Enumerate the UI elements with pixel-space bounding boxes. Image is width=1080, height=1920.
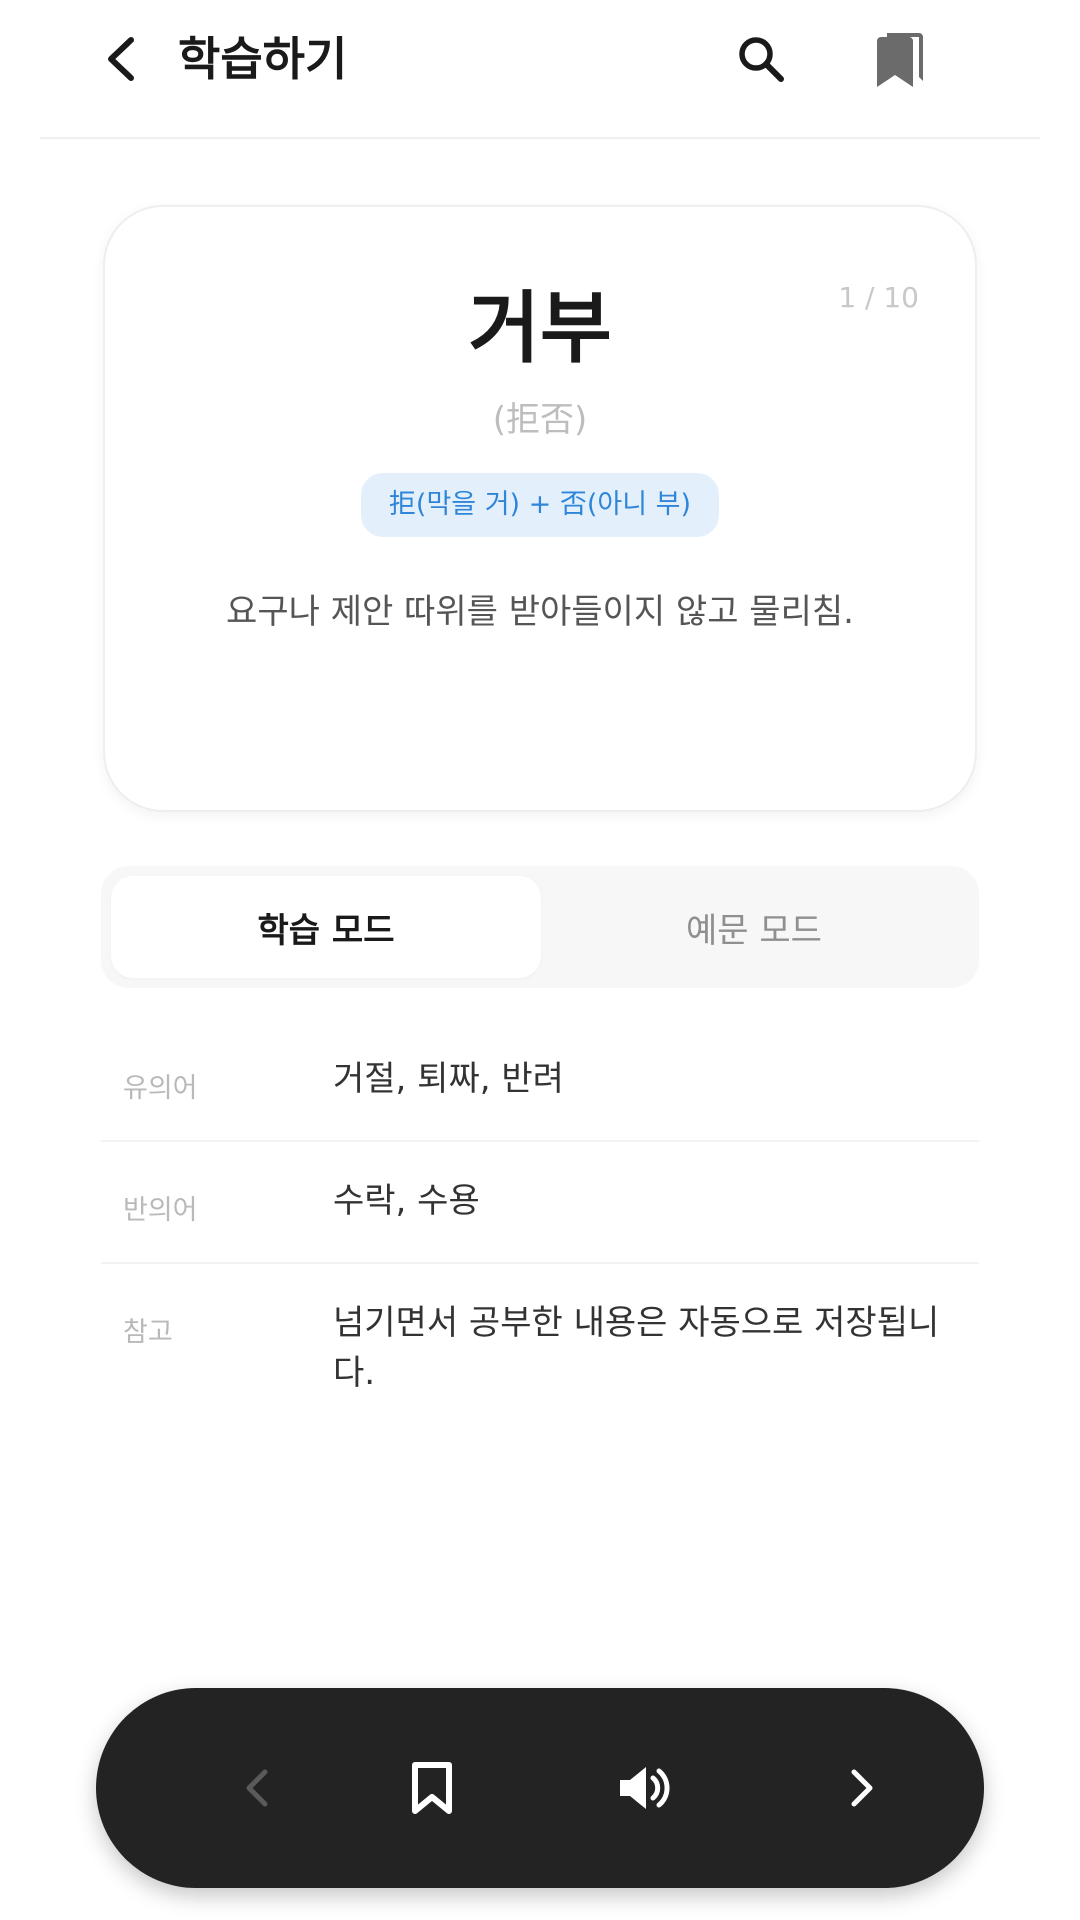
chevron-right-icon bbox=[851, 1769, 873, 1807]
search-button[interactable] bbox=[730, 28, 792, 90]
antonyms-row: 반의어 수락, 수용 bbox=[101, 1142, 979, 1264]
bookmark-icon bbox=[412, 1762, 452, 1814]
word-definition: 요구나 제안 따위를 받아들이지 않고 물리침. bbox=[226, 592, 854, 632]
page-title: 학습하기 bbox=[178, 32, 348, 86]
next-card-button[interactable] bbox=[822, 1748, 902, 1828]
etymology-wrap: 拒(막을 거) + 否(아니 부) bbox=[105, 473, 975, 537]
note-row: 참고 넘기면서 공부한 내용은 자동으로 저장됩니다. bbox=[101, 1264, 979, 1434]
example-mode-tab[interactable]: 예문 모드 bbox=[539, 876, 969, 978]
info-value: 수락, 수용 bbox=[333, 1181, 480, 1221]
search-icon bbox=[739, 37, 784, 82]
info-label: 반의어 bbox=[123, 1195, 198, 1226]
previous-card-button[interactable] bbox=[217, 1748, 297, 1828]
bookmarks-icon bbox=[877, 33, 923, 87]
study-mode-tab[interactable]: 학습 모드 bbox=[111, 876, 541, 978]
speaker-icon bbox=[620, 1767, 670, 1809]
info-value: 거절, 퇴짜, 반려 bbox=[333, 1059, 564, 1099]
bookmarks-button[interactable] bbox=[866, 26, 932, 92]
word-title: 거부 bbox=[468, 284, 612, 374]
word-card[interactable]: 1 / 10 거부 (拒否) 拒(막을 거) + 否(아니 부) 요구나 제안 … bbox=[103, 205, 977, 812]
info-value: 넘기면서 공부한 내용은 자동으로 저장됩니다. bbox=[333, 1303, 940, 1393]
study-screen: 학습하기 1 / 10 거부 (拒否) 拒(막을 거) + 否(아니 부) 요구… bbox=[0, 0, 1080, 1920]
synonyms-row: 유의어 거절, 퇴짜, 반려 bbox=[101, 1020, 979, 1142]
bottom-control-bar bbox=[96, 1688, 984, 1888]
mode-toggle: 학습 모드 예문 모드 bbox=[101, 866, 979, 988]
chevron-left-icon bbox=[246, 1769, 268, 1807]
info-label: 유의어 bbox=[123, 1073, 198, 1104]
back-button[interactable] bbox=[90, 28, 152, 90]
bookmark-button[interactable] bbox=[392, 1748, 472, 1828]
etymology-badge: 拒(막을 거) + 否(아니 부) bbox=[360, 473, 720, 537]
word-hanja: (拒否) bbox=[492, 400, 588, 440]
chevron-left-icon bbox=[108, 37, 134, 81]
word-info-list: 유의어 거절, 퇴짜, 반려 반의어 수락, 수용 참고 넘기면서 공부한 내용… bbox=[101, 1020, 979, 1434]
info-label: 참고 bbox=[123, 1317, 173, 1348]
pronounce-button[interactable] bbox=[606, 1748, 686, 1828]
